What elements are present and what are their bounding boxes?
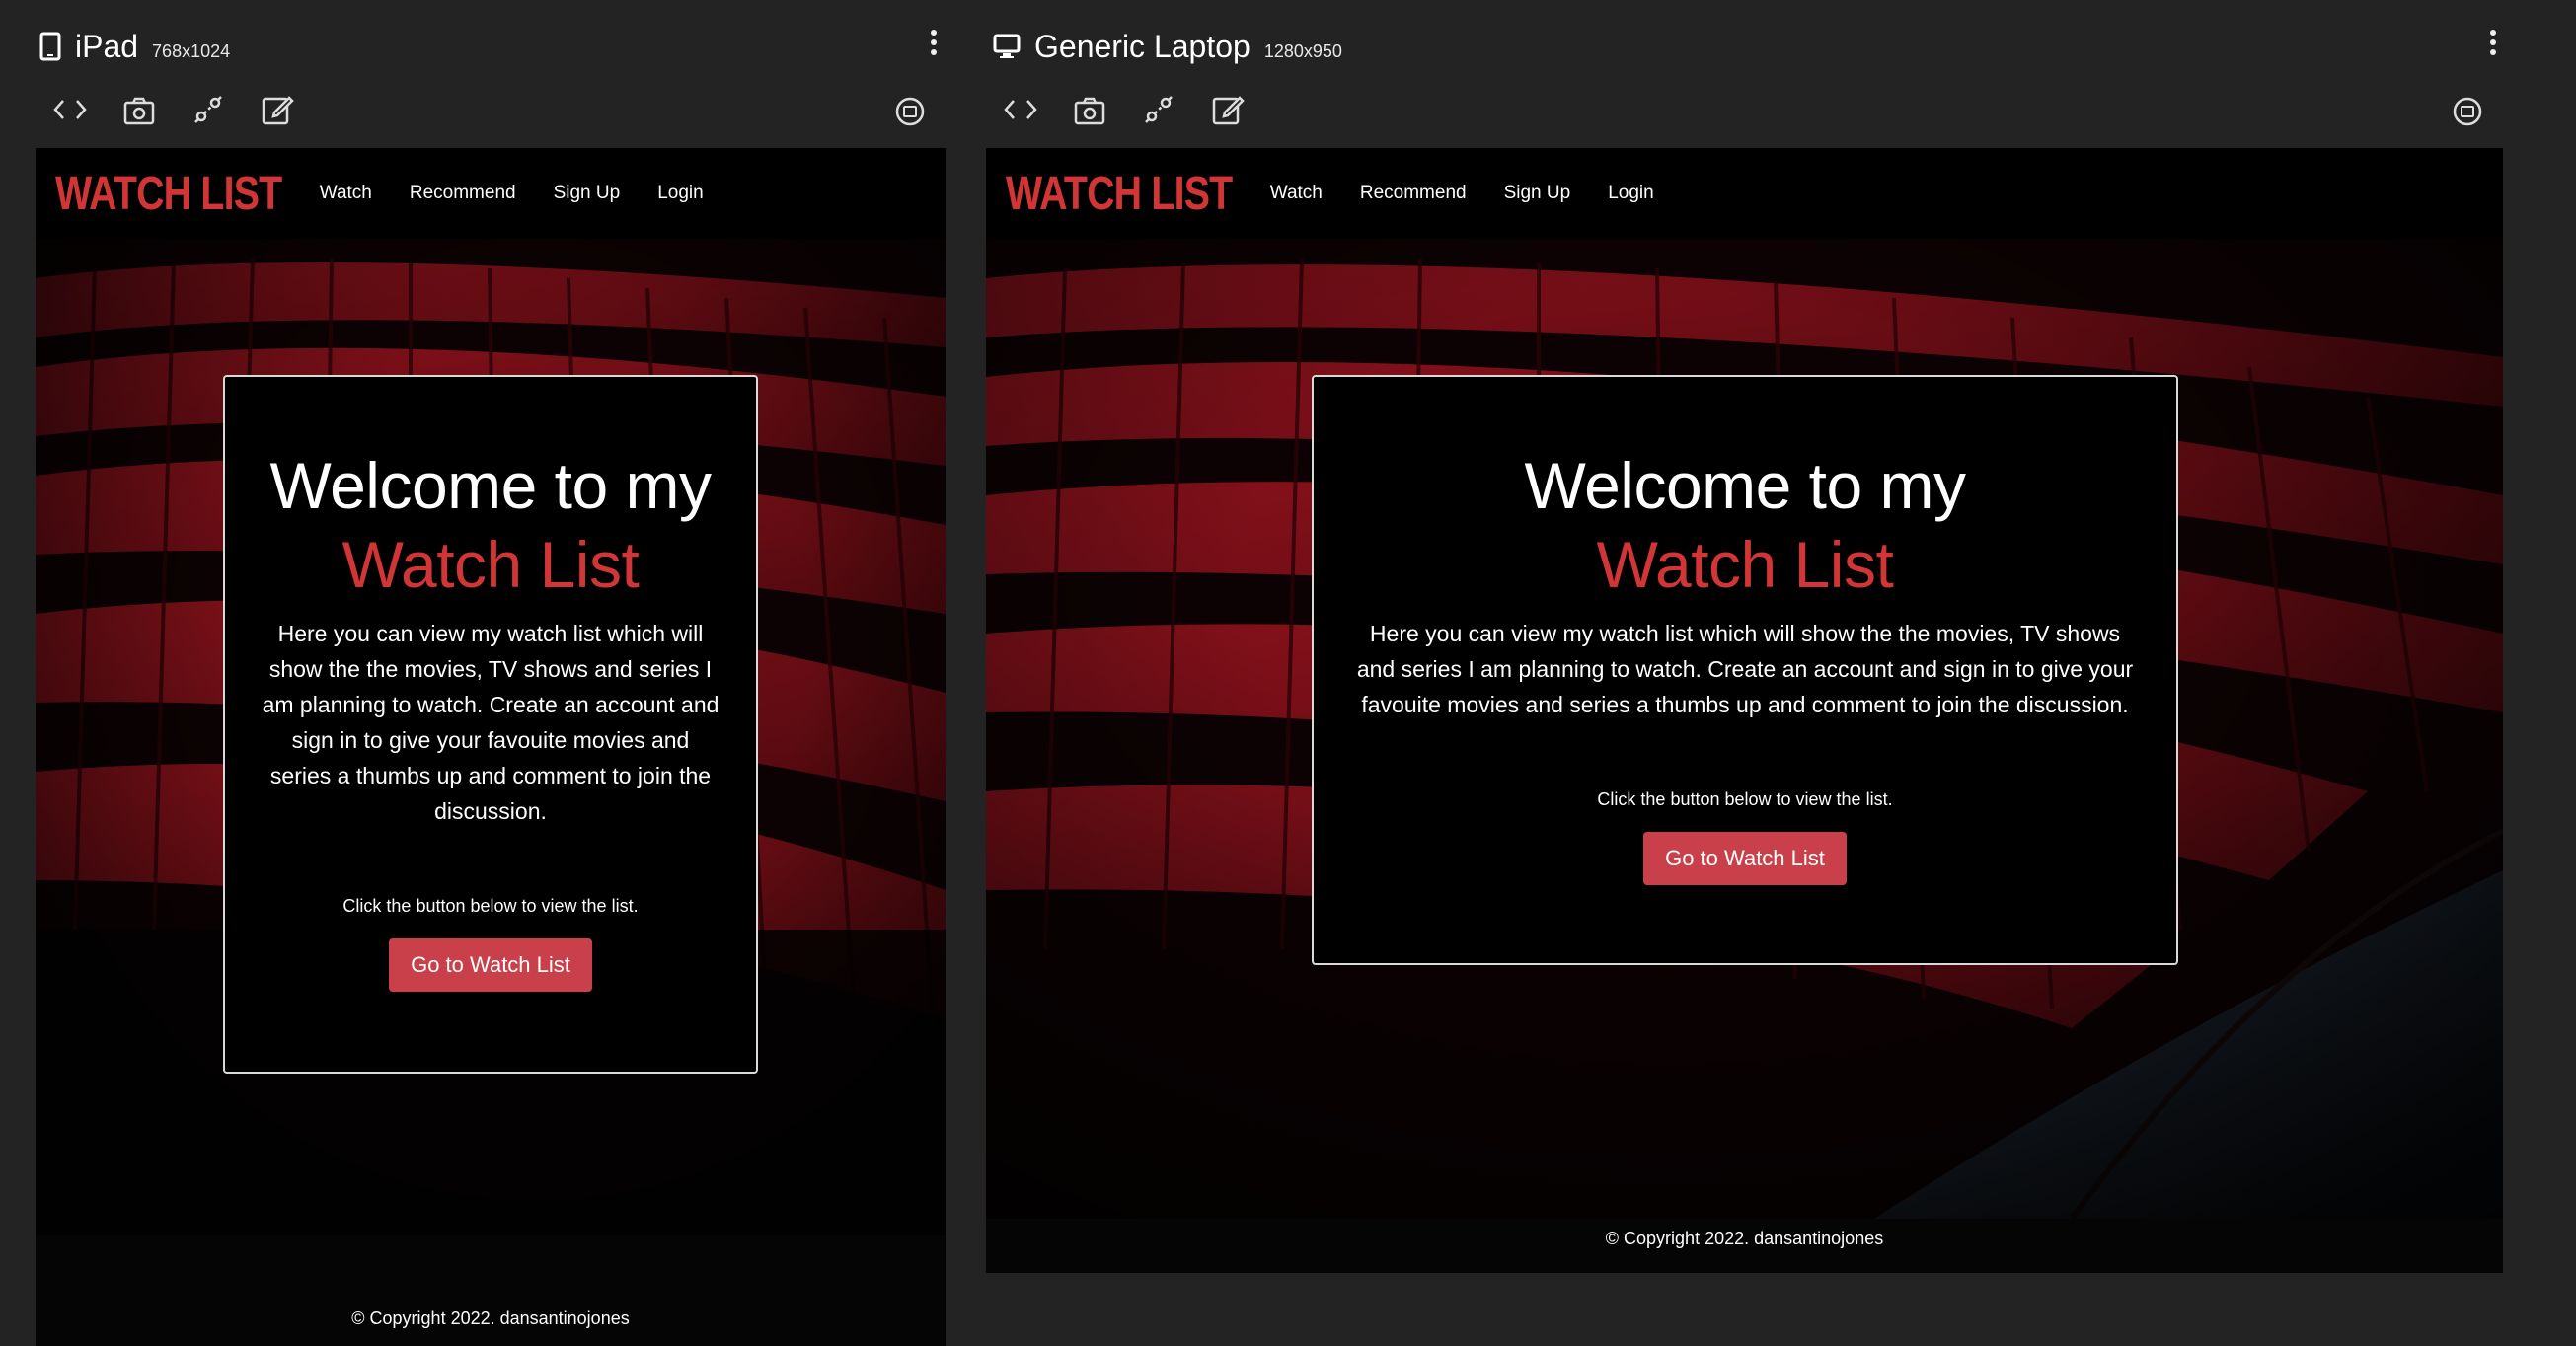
nav-recommend[interactable]: Recommend	[1360, 183, 1467, 204]
device-name: iPad	[75, 28, 139, 64]
code-icon[interactable]	[1002, 91, 1039, 128]
site-navbar: WATCH LIST Watch Recommend Sign Up Login	[36, 148, 946, 239]
device-size: 1280x950	[1263, 40, 1342, 61]
welcome-line2: Watch List	[341, 528, 640, 601]
go-to-watch-list-button[interactable]: Go to Watch List	[1643, 832, 1847, 885]
nav-links: Watch Recommend Sign Up Login	[1270, 183, 1654, 204]
welcome-heading: Welcome to my Watch List	[1353, 446, 2137, 604]
laptop-device-header: Generic Laptop 1280x950	[993, 22, 1342, 71]
nav-sign-up[interactable]: Sign Up	[554, 183, 621, 204]
laptop-toolbar	[1002, 91, 1247, 128]
code-icon[interactable]	[51, 91, 89, 128]
inspect-icon[interactable]	[189, 91, 227, 128]
laptop-viewport: WATCH LIST Watch Recommend Sign Up Login	[986, 148, 2503, 1273]
inspect-icon[interactable]	[1140, 91, 1177, 128]
welcome-heading: Welcome to my Watch List	[261, 446, 720, 604]
site-footer: © Copyright 2022. dansantinojones	[351, 1309, 630, 1328]
laptop-preview: Generic Laptop 1280x950 WATCH LIST Watch…	[977, 0, 2576, 1346]
device-name: Generic Laptop	[1034, 28, 1250, 64]
welcome-card: Welcome to my Watch List Here you can vi…	[223, 375, 758, 1074]
intro-text: Here you can view my watch list which wi…	[1356, 621, 2134, 717]
edit-icon[interactable]	[259, 91, 296, 128]
nav-recommend[interactable]: Recommend	[410, 183, 516, 204]
ipad-device-header: iPad 768x1024	[39, 22, 230, 71]
nav-watch[interactable]: Watch	[320, 183, 372, 204]
hint-text: Click the button below to view the list.	[342, 896, 639, 916]
rotate-icon[interactable]	[2450, 94, 2485, 129]
site-brand[interactable]: WATCH LIST	[55, 167, 282, 221]
nav-login[interactable]: Login	[1608, 183, 1654, 204]
device-size: 768x1024	[152, 40, 231, 61]
ipad-toolbar	[51, 91, 296, 128]
site-footer: © Copyright 2022. dansantinojones	[1605, 1229, 1884, 1248]
monitor-icon	[993, 34, 1021, 59]
welcome-line2: Watch List	[1596, 528, 1894, 601]
welcome-card: Welcome to my Watch List Here you can vi…	[1312, 375, 2178, 965]
welcome-line1: Welcome to my	[1524, 449, 1966, 522]
intro-text: Here you can view my watch list which wi…	[262, 621, 720, 824]
device-menu-icon[interactable]	[928, 30, 940, 55]
ipad-preview: iPad 768x1024 WATCH LIST Watch Recommend…	[0, 0, 977, 1346]
screenshot-icon[interactable]	[120, 91, 158, 128]
site-navbar: WATCH LIST Watch Recommend Sign Up Login	[986, 148, 2503, 239]
go-to-watch-list-button[interactable]: Go to Watch List	[389, 938, 592, 992]
device-menu-icon[interactable]	[2487, 30, 2499, 55]
nav-sign-up[interactable]: Sign Up	[1504, 183, 1571, 204]
screenshot-icon[interactable]	[1071, 91, 1108, 128]
edit-icon[interactable]	[1209, 91, 1247, 128]
ipad-viewport: WATCH LIST Watch Recommend Sign Up Login	[36, 148, 946, 1346]
nav-links: Watch Recommend Sign Up Login	[320, 183, 704, 204]
tablet-icon	[39, 32, 61, 61]
welcome-line1: Welcome to my	[269, 449, 712, 522]
nav-watch[interactable]: Watch	[1270, 183, 1323, 204]
hint-text: Click the button below to view the list.	[1597, 789, 1893, 809]
site-brand[interactable]: WATCH LIST	[1006, 167, 1233, 221]
nav-login[interactable]: Login	[657, 183, 704, 204]
rotate-icon[interactable]	[892, 94, 928, 129]
